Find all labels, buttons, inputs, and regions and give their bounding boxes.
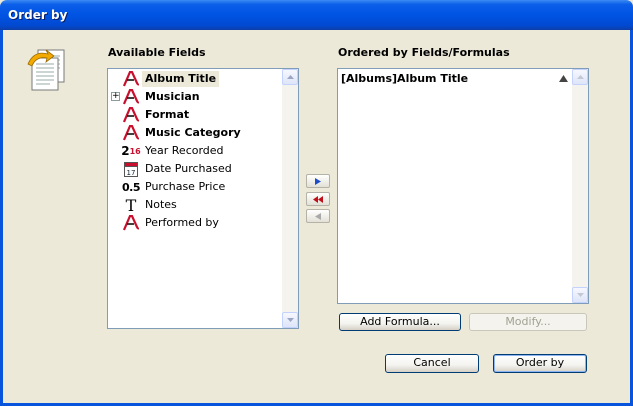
alpha-field-icon xyxy=(122,214,140,232)
remove-field-button[interactable] xyxy=(306,209,330,223)
field-item[interactable]: Performed by xyxy=(122,214,222,232)
field-label: Notes xyxy=(145,198,177,211)
alpha-field-icon xyxy=(122,88,140,106)
real-field-icon: 0.5 xyxy=(122,180,141,194)
field-label: Album Title xyxy=(142,71,220,87)
alpha-field-icon xyxy=(122,124,140,142)
date-field-icon: 17 xyxy=(122,160,140,178)
scroll-up-button[interactable] xyxy=(282,69,298,85)
field-item[interactable]: T Notes xyxy=(122,195,180,215)
field-label: Date Purchased xyxy=(145,162,232,175)
ordered-fields-heading: Ordered by Fields/Formulas xyxy=(338,46,510,59)
scroll-down-button[interactable] xyxy=(282,312,298,328)
order-by-button[interactable]: Order by xyxy=(493,354,587,373)
title-bar[interactable]: Order by xyxy=(0,0,633,30)
field-label: Format xyxy=(145,108,190,121)
field-label: Purchase Price xyxy=(145,180,226,193)
double-arrow-left-icon xyxy=(313,195,323,203)
cancel-button[interactable]: Cancel xyxy=(385,354,479,373)
scroll-down-button[interactable] xyxy=(572,287,588,303)
window-title: Order by xyxy=(8,8,68,22)
add-field-button[interactable] xyxy=(306,174,330,188)
field-label: Musician xyxy=(145,90,200,103)
window-frame-left xyxy=(0,30,3,406)
sort-ascending-icon[interactable] xyxy=(559,75,568,82)
expand-icon[interactable]: + xyxy=(111,92,120,101)
field-item[interactable]: 0.5 Purchase Price xyxy=(122,178,228,196)
arrow-left-icon xyxy=(315,212,321,220)
available-fields-heading: Available Fields xyxy=(108,46,206,59)
field-label: Performed by xyxy=(145,216,219,229)
field-item[interactable]: Album Title xyxy=(122,70,220,88)
remove-all-button[interactable] xyxy=(306,192,330,206)
order-by-icon xyxy=(24,44,74,94)
field-item[interactable]: 17 Date Purchased xyxy=(122,160,235,178)
field-item[interactable]: Music Category xyxy=(122,124,244,142)
field-item[interactable]: + Musician xyxy=(111,88,203,106)
arrow-right-icon xyxy=(315,177,321,185)
alpha-field-icon xyxy=(122,70,140,88)
available-fields-scrollbar[interactable] xyxy=(282,69,298,328)
text-field-icon: T xyxy=(125,195,137,215)
field-label: Year Recorded xyxy=(145,144,224,157)
add-formula-button[interactable]: Add Formula... xyxy=(339,313,461,331)
field-label: Music Category xyxy=(145,126,241,139)
field-item[interactable]: Format xyxy=(122,106,192,124)
svg-text:17: 17 xyxy=(127,169,136,177)
ordered-fields-scrollbar[interactable] xyxy=(572,69,588,303)
modify-button[interactable]: Modify... xyxy=(469,313,587,331)
scroll-up-button[interactable] xyxy=(572,69,588,85)
field-item[interactable]: 2 16 Year Recorded xyxy=(121,142,227,160)
alpha-field-icon xyxy=(122,106,140,124)
ordered-field-item[interactable]: [Albums]Album Title xyxy=(341,72,468,85)
ordered-fields-list[interactable]: [Albums]Album Title xyxy=(337,68,589,304)
available-fields-list[interactable]: Album Title + Musician Format Music Category… xyxy=(107,68,299,329)
integer-field-icon: 2 16 xyxy=(121,144,141,158)
